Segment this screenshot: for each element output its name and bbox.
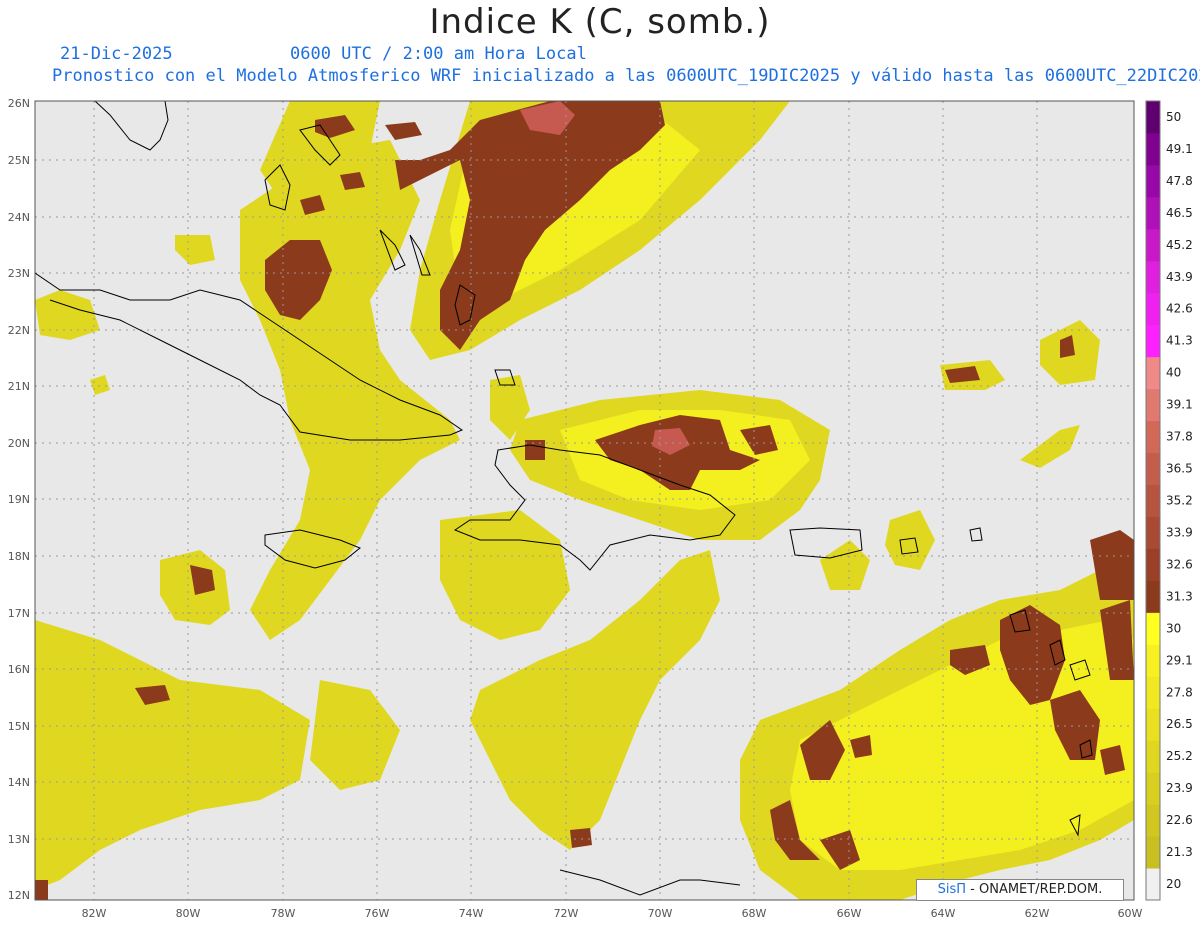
- lon-label: 74W: [459, 907, 484, 920]
- colorbar-swatch: [1146, 356, 1160, 390]
- colorbar: 20 21.3 22.6 23.9 25.2 26.5 27.8 29.1 30 31.3 32.6…: [1145, 100, 1193, 901]
- colorbar-swatch: [1146, 548, 1160, 581]
- colorbar-swatch: [1146, 644, 1160, 677]
- colorbar-swatch: [1146, 612, 1160, 645]
- colorbar-swatch: [1146, 452, 1160, 486]
- lat-label: 24N: [8, 211, 30, 224]
- lat-label: 16N: [8, 663, 30, 676]
- lon-label: 76W: [365, 907, 390, 920]
- colorbar-label: 36.5: [1166, 462, 1193, 476]
- lat-label: 20N: [8, 437, 30, 450]
- colorbar-label: 32.6: [1166, 557, 1193, 571]
- lon-label: 72W: [554, 907, 579, 920]
- colorbar-swatch: [1146, 228, 1160, 262]
- lon-label: 60W: [1118, 907, 1143, 920]
- lon-label: 70W: [648, 907, 673, 920]
- latitude-labels: 26N 25N 24N 23N 22N 21N 20N 19N 18N 17N …: [8, 97, 30, 902]
- colorbar-swatch: [1146, 580, 1160, 613]
- colorbar-swatch: [1146, 516, 1160, 549]
- lat-label: 26N: [8, 97, 30, 110]
- lon-label: 62W: [1025, 907, 1050, 920]
- lat-label: 23N: [8, 267, 30, 280]
- colorbar-swatch: [1146, 676, 1160, 709]
- lat-label: 13N: [8, 833, 30, 846]
- lat-label: 18N: [8, 550, 30, 563]
- colorbar-swatch: [1146, 101, 1160, 134]
- colorbar-swatch: [1146, 324, 1160, 358]
- colorbar-label: 37.8: [1166, 430, 1193, 444]
- colorbar-swatch: [1146, 804, 1160, 837]
- colorbar-swatch: [1146, 484, 1160, 517]
- lat-label: 15N: [8, 720, 30, 733]
- lon-label: 64W: [931, 907, 956, 920]
- colorbar-label: 26.5: [1166, 717, 1193, 731]
- map-svg: 26N 25N 24N 23N 22N 21N 20N 19N 18N 17N …: [8, 97, 1193, 920]
- lon-label: 68W: [742, 907, 767, 920]
- map-panel: 26N 25N 24N 23N 22N 21N 20N 19N 18N 17N …: [0, 0, 1200, 927]
- colorbar-swatch: [1146, 772, 1160, 805]
- credit-brand: SisΠ: [937, 882, 967, 897]
- colorbar-label: 43.9: [1166, 270, 1193, 284]
- colorbar-label: 23.9: [1166, 781, 1193, 795]
- colorbar-label: 20: [1166, 877, 1181, 891]
- colorbar-label: 33.9: [1166, 525, 1193, 539]
- colorbar-label: 25.2: [1166, 749, 1193, 763]
- lat-label: 17N: [8, 607, 30, 620]
- colorbar-label: 45.2: [1166, 238, 1193, 252]
- longitude-labels: 82W 80W 78W 76W 74W 72W 70W 68W 66W 64W …: [82, 907, 1143, 920]
- colorbar-label: 27.8: [1166, 685, 1193, 699]
- credit-text: - ONAMET/REP.DOM.: [966, 882, 1103, 897]
- colorbar-swatch: [1146, 708, 1160, 741]
- colorbar-label: 50: [1166, 110, 1181, 124]
- colorbar-swatch: [1146, 388, 1160, 422]
- lon-label: 82W: [82, 907, 107, 920]
- colorbar-label: 40: [1166, 366, 1181, 380]
- colorbar-label: 39.1: [1166, 398, 1193, 412]
- colorbar-swatch: [1146, 260, 1160, 294]
- lon-label: 66W: [837, 907, 862, 920]
- credit-box: SisΠ - ONAMET/REP.DOM.: [916, 879, 1124, 901]
- colorbar-swatch: [1146, 132, 1160, 166]
- lat-label: 21N: [8, 380, 30, 393]
- lat-label: 14N: [8, 776, 30, 789]
- lat-label: 22N: [8, 324, 30, 337]
- colorbar-label: 41.3: [1166, 334, 1193, 348]
- colorbar-swatch: [1146, 836, 1160, 869]
- lon-label: 78W: [271, 907, 296, 920]
- colorbar-label: 49.1: [1166, 142, 1193, 156]
- colorbar-swatch: [1146, 164, 1160, 198]
- colorbar-swatch: [1146, 868, 1160, 901]
- colorbar-swatch: [1146, 740, 1160, 773]
- colorbar-label: 46.5: [1166, 206, 1193, 220]
- colorbar-swatch: [1146, 196, 1160, 230]
- colorbar-label: 30: [1166, 621, 1181, 635]
- colorbar-swatch: [1146, 420, 1160, 454]
- colorbar-label: 29.1: [1166, 653, 1193, 667]
- lat-label: 12N: [8, 889, 30, 902]
- lat-label: 25N: [8, 154, 30, 167]
- colorbar-label: 47.8: [1166, 174, 1193, 188]
- lat-label: 19N: [8, 493, 30, 506]
- colorbar-swatch: [1146, 292, 1160, 326]
- colorbar-label: 22.6: [1166, 813, 1193, 827]
- lon-label: 80W: [176, 907, 201, 920]
- colorbar-label: 21.3: [1166, 845, 1193, 859]
- colorbar-label: 35.2: [1166, 494, 1193, 508]
- colorbar-label: 42.6: [1166, 302, 1193, 316]
- colorbar-label: 31.3: [1166, 589, 1193, 603]
